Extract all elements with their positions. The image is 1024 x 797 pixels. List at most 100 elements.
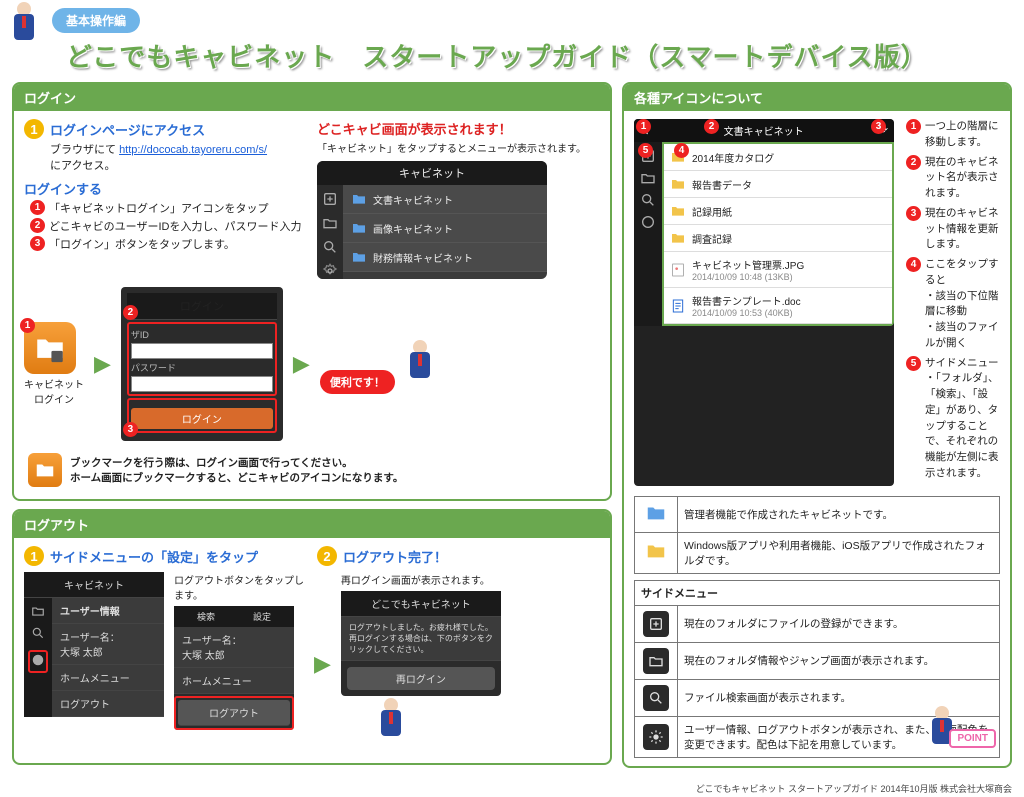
- login-panel: ログイン 1 ログインページにアクセス ブラウザにて http://dococab…: [12, 82, 612, 501]
- logout-button[interactable]: ログアウト: [178, 700, 290, 726]
- arrow-icon: ▶: [293, 351, 310, 377]
- marker-1: 1: [20, 318, 35, 333]
- device-mock-cabinet: キャビネット 文書キャビネット 画像キャビネット 財務情報キャビネット: [317, 161, 547, 279]
- search-icon: [31, 626, 45, 640]
- search-icon: [643, 685, 669, 711]
- logout-menu-mock: 検索設定 ユーザー名：大塚 太郎 ホームメニュー ログアウト: [174, 606, 294, 730]
- badge: 5: [906, 356, 921, 371]
- dialog-title: どこでもキャビネット: [341, 591, 501, 617]
- logout-panel: ログアウト 1 サイドメニューの「設定」をタップ 2 ログアウト完了！ キャビネット…: [12, 509, 612, 765]
- label: ユーザー名：: [60, 633, 120, 644]
- gear-icon: [31, 653, 45, 667]
- menu-item: ログアウト: [52, 691, 164, 717]
- marker-3: 3: [123, 422, 138, 437]
- marker-3: 3: [871, 119, 886, 134]
- user-folder-icon: [645, 540, 667, 562]
- step-badge: 2: [317, 546, 337, 566]
- icons-header: 各種アイコンについて: [624, 84, 1010, 111]
- arrow-icon: ▶: [94, 351, 111, 377]
- text: 「キャビネットログイン」アイコンをタップ: [49, 200, 268, 216]
- logout-header: ログアウト: [14, 511, 610, 538]
- step-title: サイドメニューの「設定」をタップ: [50, 547, 258, 566]
- list-item: キャビネット管理票.JPG2014/10/09 10:48 (13KB): [664, 252, 892, 288]
- text: にアクセス。: [50, 160, 115, 172]
- step-badge: 1: [24, 119, 44, 139]
- device-title: キャビネット: [317, 161, 547, 185]
- step1-title: ログインページにアクセス: [50, 120, 205, 139]
- badge: 2: [906, 155, 921, 170]
- page-footer: どこでもキャビネット スタートアップガイド 2014年10月版 株式会社大塚商会: [0, 780, 1024, 797]
- sidemenu-heading: サイドメニュー: [634, 580, 1000, 605]
- marker-2: 2: [704, 119, 719, 134]
- field-label: ザID: [131, 328, 273, 341]
- folder-icon: [640, 170, 656, 186]
- list-item: 画像キャビネット: [343, 214, 547, 243]
- folder-icon: [351, 249, 367, 265]
- login-button[interactable]: ログイン: [131, 408, 273, 429]
- login-header: ログイン: [14, 84, 610, 111]
- gear-icon: [322, 263, 338, 279]
- search-icon: [640, 192, 656, 208]
- mock-title: キャビネット: [24, 572, 164, 598]
- menu-item: ホームメニュー: [52, 665, 164, 691]
- bookmark-note: ブックマークを行う際は、ログイン画面で行ってください。ホーム画面にブックマークす…: [24, 449, 600, 491]
- icon-explanations: 1一つ上の階層に移動します。 2現在のキャビネット名が表示されます。 3現在のキ…: [906, 119, 1000, 486]
- text: どこキャビのユーザーIDを入力し、パスワード入力: [49, 218, 301, 234]
- list-item: 記録用紙: [664, 198, 892, 225]
- list-item: 調査記録: [664, 225, 892, 252]
- point-sign: POINT: [949, 729, 996, 748]
- folder-icon: [670, 230, 686, 246]
- marker-2: 2: [123, 305, 138, 320]
- text: 「ログイン」ボタンをタップします。: [49, 236, 235, 252]
- badge: 4: [906, 257, 921, 272]
- list-item: 財務情報キャビネット: [343, 243, 547, 272]
- folder-icon: [670, 203, 686, 219]
- badge: 1: [906, 119, 921, 134]
- field-label: パスワード: [131, 361, 273, 374]
- substep-badge: 1: [30, 200, 45, 215]
- folder-icon: [351, 191, 367, 207]
- marker-5: 5: [638, 143, 653, 158]
- step-badge: 1: [24, 546, 44, 566]
- text: 「キャビネット」をタップするとメニューが表示されます。: [317, 140, 600, 155]
- login-screen-mock: ログイン 2 ザID パスワード 3 ログイン: [121, 287, 283, 441]
- folder-icon: [670, 176, 686, 192]
- password-input[interactable]: [131, 376, 273, 392]
- doc-file-icon: [670, 298, 686, 314]
- add-icon: [322, 191, 338, 207]
- section-label: ユーザー情報: [52, 598, 164, 624]
- instruction-text: 再ログイン画面が表示されます。: [341, 572, 600, 587]
- callout-text: どこキャビ画面が表示されます！: [317, 119, 600, 138]
- instruction-text: ログアウトボタンをタップします。: [174, 572, 304, 602]
- image-file-icon: [670, 262, 686, 278]
- relogin-button[interactable]: 再ログイン: [347, 667, 495, 690]
- arrow-icon: ▶: [314, 651, 331, 677]
- icons-panel: 各種アイコンについて 1 2 3 5 4 ◀文書キャビネット⟳ 2014年度カタ…: [622, 82, 1012, 768]
- gear-icon: [640, 214, 656, 230]
- menu-item: ホームメニュー: [174, 668, 294, 694]
- step-title: ログアウト完了！: [343, 547, 447, 566]
- category-tag: 基本操作編: [52, 8, 140, 33]
- access-url-link[interactable]: http://dococab.tayoreru.com/s/: [119, 144, 267, 156]
- login-mock-title: ログイン: [127, 293, 277, 320]
- folder-icon: [322, 215, 338, 231]
- icon-label: キャビネット: [24, 376, 84, 391]
- search-icon: [322, 239, 338, 255]
- relogin-dialog-mock: どこでもキャビネット ログアウトしました。お疲れ様でした。 再ログインする場合は…: [341, 591, 501, 696]
- list-item: 報告書データ: [664, 171, 892, 198]
- text: ブラウザにて: [50, 144, 119, 156]
- list-item: 文書キャビネット: [343, 185, 547, 214]
- folder-legend-table: 管理者機能で作成されたキャビネットです。 Windows版アプリや利用者機能、i…: [634, 496, 1000, 574]
- cabinet-folder-icon: [645, 502, 667, 524]
- speech-bubble: 便利です！: [320, 370, 395, 394]
- cabinet-icon: [28, 453, 62, 487]
- page-title: どこでもキャビネット スタートアップガイド（スマートデバイス版）: [66, 37, 1012, 74]
- badge: 3: [906, 206, 921, 221]
- substep-badge: 2: [30, 218, 45, 233]
- folder-icon: [31, 604, 45, 618]
- userid-input[interactable]: [131, 343, 273, 359]
- settings-menu-mock: キャビネット ユーザー情報 ユーザー名： 大塚 太郎 ホームメニュー ログアウト: [24, 572, 164, 717]
- value: 大塚 太郎: [60, 648, 103, 659]
- dialog-body: ログアウトしました。お疲れ様でした。 再ログインする場合は、下のボタンをクリック…: [341, 617, 501, 661]
- register-icon: [643, 611, 669, 637]
